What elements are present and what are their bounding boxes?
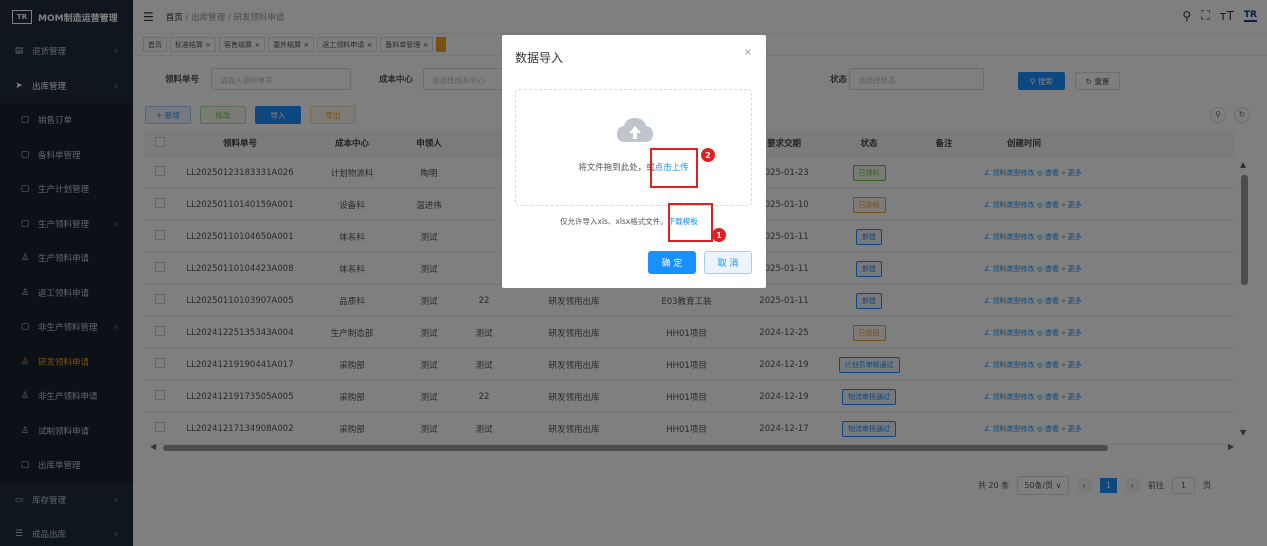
tip-text: 仅允许导入xls、xlsx格式文件。 — [560, 217, 668, 226]
annotation-badge-1: 1 — [712, 228, 726, 242]
drop-hint: 将文件拖到此处，或点击上传 — [516, 161, 751, 173]
annotation-badge-2: 2 — [701, 148, 715, 162]
close-icon[interactable]: × — [744, 47, 752, 58]
highlight-box-template — [668, 203, 713, 242]
confirm-button[interactable]: 确 定 — [648, 251, 696, 274]
highlight-box-upload — [650, 148, 698, 188]
drop-text: 将文件拖到此处，或 — [578, 163, 655, 173]
cloud-upload-icon — [617, 118, 653, 142]
dialog-title: 数据导入 — [515, 51, 564, 65]
import-dialog: 数据导入 × 将文件拖到此处，或点击上传 仅允许导入xls、xlsx格式文件。下… — [502, 35, 766, 288]
cancel-button[interactable]: 取 消 — [704, 251, 752, 274]
upload-dropzone[interactable]: 将文件拖到此处，或点击上传 — [515, 89, 752, 206]
